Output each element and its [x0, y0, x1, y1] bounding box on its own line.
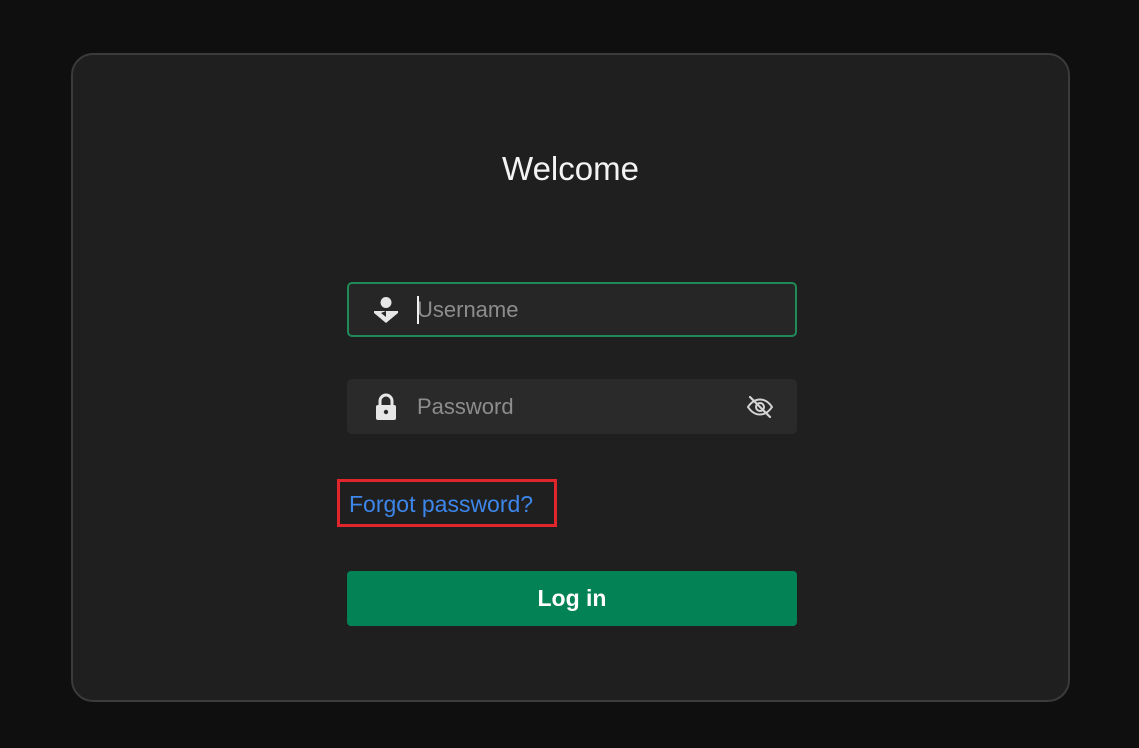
username-input[interactable]: [417, 284, 737, 335]
toggle-password-visibility-button[interactable]: [745, 392, 775, 422]
password-field[interactable]: [347, 379, 797, 434]
forgot-password-link[interactable]: Forgot password?: [349, 489, 533, 519]
page-title: Welcome: [502, 150, 639, 187]
forgot-password-highlight: Forgot password?: [337, 479, 557, 527]
eye-off-icon: [746, 395, 774, 418]
password-input[interactable]: [417, 381, 737, 432]
login-button[interactable]: Log in: [347, 571, 797, 626]
login-card: Welcome Forgot password? Log in: [71, 53, 1070, 702]
username-field[interactable]: [347, 282, 797, 337]
lock-icon: [376, 393, 396, 420]
text-cursor: [417, 296, 419, 324]
user-icon: [374, 296, 398, 323]
